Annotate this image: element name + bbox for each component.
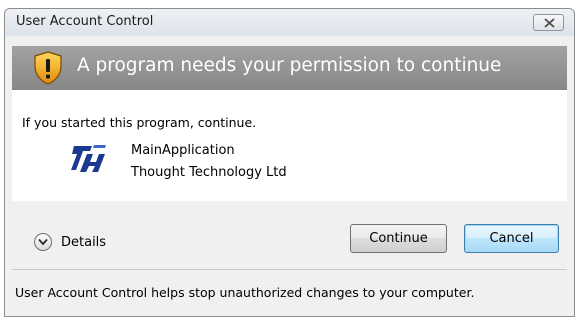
continue-button[interactable]: Continue <box>350 224 447 253</box>
content-panel: If you started this program, continue. M… <box>12 90 567 201</box>
details-label[interactable]: Details <box>61 235 106 250</box>
details-toggle[interactable]: Details <box>34 232 106 252</box>
program-name: MainApplication <box>131 143 235 158</box>
app-logo-icon <box>71 145 106 172</box>
intro-text: If you started this program, continue. <box>22 115 257 130</box>
banner-message: A program needs your permission to conti… <box>77 55 502 76</box>
chevron-down-icon[interactable] <box>34 233 52 251</box>
close-button[interactable] <box>533 14 564 31</box>
footer-divider <box>12 269 567 270</box>
title-bar[interactable]: User Account Control <box>5 9 574 36</box>
uac-dialog: User Account Control A program needs you… <box>4 8 575 317</box>
cancel-button[interactable]: Cancel <box>464 224 559 253</box>
program-publisher: Thought Technology Ltd <box>131 165 287 180</box>
shield-warning-icon <box>34 51 62 85</box>
close-icon <box>544 18 555 28</box>
window-title: User Account Control <box>16 14 154 29</box>
footer-text: User Account Control helps stop unauthor… <box>15 285 475 300</box>
permission-banner: A program needs your permission to conti… <box>12 46 567 90</box>
